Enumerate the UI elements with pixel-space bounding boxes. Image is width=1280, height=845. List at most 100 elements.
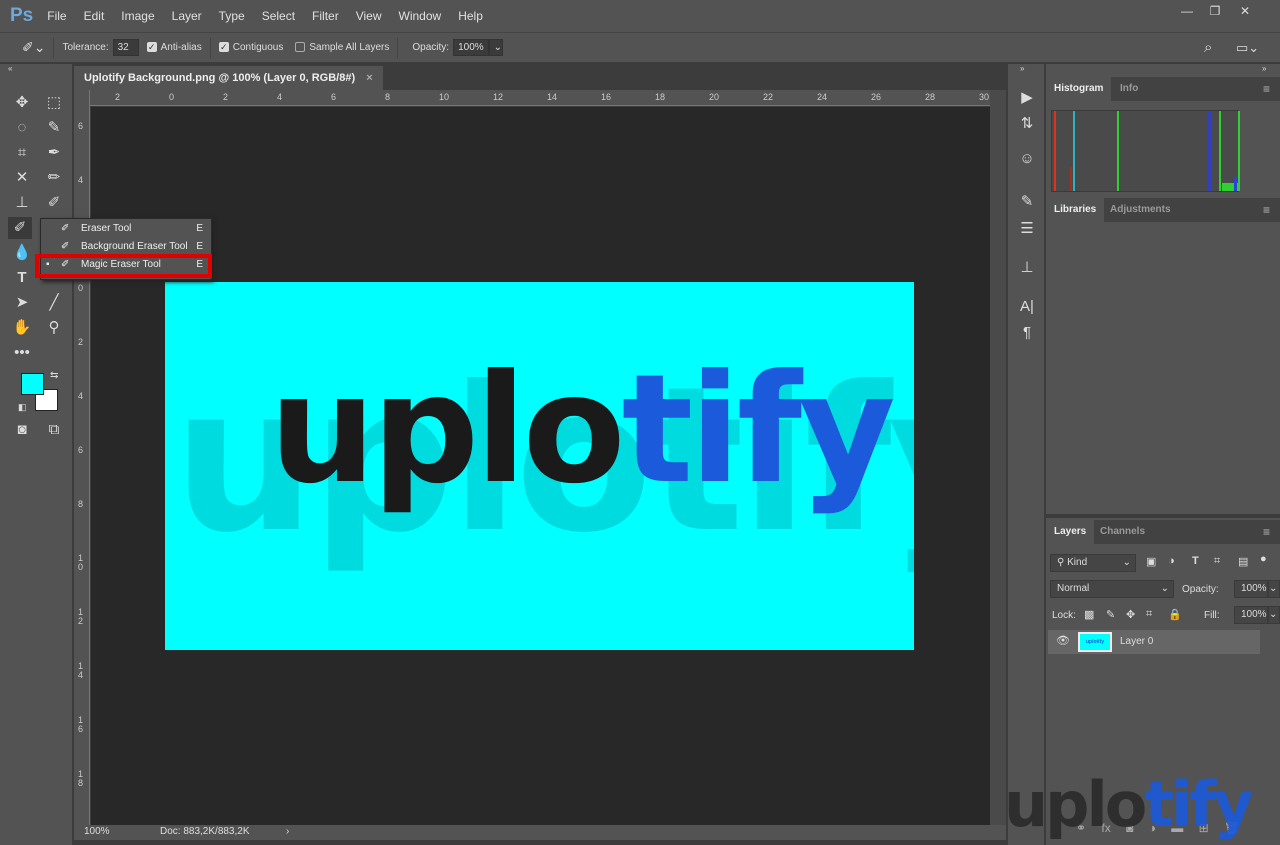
menu-view[interactable]: View (356, 9, 382, 23)
magic-eraser-tool-icon[interactable]: ✐ (8, 217, 32, 239)
opacity-input[interactable]: 100% (453, 39, 489, 56)
panel-menu-icon[interactable]: ≡ (1263, 203, 1270, 217)
lock-position-icon[interactable]: ✥ (1126, 608, 1135, 621)
vertical-scrollbar[interactable] (990, 90, 1006, 825)
tab-histogram[interactable]: Histogram (1046, 77, 1112, 101)
brush-presets-icon[interactable]: ☺ (1016, 150, 1038, 172)
ruler-label: 4 (78, 391, 84, 401)
ruler-label: 2 (223, 92, 229, 102)
panel-menu-icon[interactable]: ≡ (1263, 525, 1270, 539)
document-tab[interactable]: Uplotify Background.png @ 100% (Layer 0,… (74, 66, 383, 90)
restore-icon[interactable]: ❐ (1202, 4, 1228, 20)
ruler-label: 26 (871, 92, 882, 102)
libraries-tabs: Libraries Adjustments ≡ (1046, 198, 1280, 222)
line-tool-icon[interactable]: ╱ (42, 292, 66, 314)
filter-type-icon[interactable]: T (1192, 555, 1199, 567)
collapse-icon[interactable]: » (1020, 64, 1024, 73)
workspace-icon[interactable]: ▭⌄ (1236, 40, 1259, 56)
quick-select-tool-icon[interactable]: ✎ (42, 117, 66, 139)
menu-edit[interactable]: Edit (84, 9, 105, 23)
menu-image[interactable]: Image (121, 9, 154, 23)
close-icon[interactable]: ✕ (1232, 4, 1258, 20)
lasso-tool-icon[interactable]: ◌ (10, 117, 34, 139)
layer-filter-kind[interactable]: ⚲ Kind ⌄ (1050, 554, 1136, 572)
quick-mask-icon[interactable]: ◙ (10, 419, 34, 441)
layer-name[interactable]: Layer 0 (1120, 636, 1153, 647)
layer-opacity-dropdown[interactable]: ⌄ (1268, 580, 1280, 598)
brushes-icon[interactable]: ✎ (1016, 192, 1038, 214)
filter-toggle[interactable]: ● (1260, 553, 1267, 565)
filter-smart-object-icon[interactable]: ▤ (1238, 555, 1248, 568)
screen-mode-icon[interactable]: ⧉ (42, 419, 66, 441)
lock-pixels-icon[interactable]: ✎ (1106, 608, 1115, 621)
tab-adjustments[interactable]: Adjustments (1102, 198, 1179, 222)
menu-filter[interactable]: Filter (312, 9, 339, 23)
menu-file[interactable]: File (47, 9, 66, 23)
default-colors-icon[interactable]: ◧ (18, 402, 27, 413)
fill-input[interactable]: 100% (1234, 606, 1268, 624)
crop-tool-icon[interactable]: ⌗ (10, 142, 34, 164)
foreground-color-swatch[interactable] (21, 373, 44, 395)
filter-pixel-icon[interactable]: ▣ (1146, 555, 1156, 568)
swap-colors-icon[interactable]: ⇆ (50, 370, 58, 381)
anti-alias-checkbox[interactable]: ✓ Anti-alias (146, 42, 202, 53)
blur-tool-icon[interactable]: 💧 (10, 242, 34, 264)
magic-eraser-preset-icon[interactable]: ✐⌄ (22, 39, 45, 56)
flyout-eraser-tool[interactable]: ✐ Eraser Tool E (41, 220, 211, 238)
layers-tabs: Layers Channels ≡ (1046, 520, 1280, 544)
ruler-label: 6 (78, 121, 84, 131)
opacity-dropdown[interactable]: ⌄ (488, 39, 503, 56)
collapse-icon[interactable]: « (8, 64, 12, 73)
layer-opacity-input[interactable]: 100% (1234, 580, 1268, 598)
menu-help[interactable]: Help (458, 9, 483, 23)
path-select-tool-icon[interactable]: ➤ (10, 292, 34, 314)
lock-all-icon[interactable]: 🔒 (1168, 608, 1182, 621)
menu-window[interactable]: Window (399, 9, 442, 23)
history-icon[interactable]: ⇅ (1016, 114, 1038, 136)
properties-icon[interactable]: ☰ (1016, 219, 1038, 241)
visibility-eye-icon[interactable]: 👁 (1056, 634, 1070, 647)
stamp-tool-icon[interactable]: ⊥ (10, 192, 34, 214)
tab-info[interactable]: Info (1112, 77, 1146, 101)
tab-libraries[interactable]: Libraries (1046, 198, 1105, 222)
healing-tool-icon[interactable]: ✕ (10, 167, 34, 189)
blend-mode-dropdown[interactable]: Normal ⌄ (1050, 580, 1174, 598)
opacity-label: Opacity: (412, 42, 450, 53)
status-menu-arrow-icon[interactable]: › (286, 826, 289, 837)
character-icon[interactable]: A| (1016, 298, 1038, 320)
type-tool-icon[interactable]: T (10, 267, 34, 289)
hand-tool-icon[interactable]: ✋ (10, 317, 34, 339)
brush-tool-icon[interactable]: ✏ (42, 167, 66, 189)
filter-adjustment-icon[interactable]: ◑ (1168, 555, 1175, 567)
collapse-icon[interactable]: » (1262, 64, 1266, 73)
zoom-tool-icon[interactable]: ⚲ (42, 317, 66, 339)
history-brush-tool-icon[interactable]: ✐ (42, 192, 66, 214)
tab-channels[interactable]: Channels (1092, 520, 1153, 544)
clone-source-icon[interactable]: ⊥ (1016, 258, 1038, 280)
play-icon[interactable]: ▶ (1016, 88, 1038, 110)
panel-menu-icon[interactable]: ≡ (1263, 82, 1270, 96)
filter-shape-icon[interactable]: ⌗ (1214, 555, 1220, 568)
lock-transparent-icon[interactable]: ▩ (1084, 608, 1094, 621)
marquee-tool-icon[interactable]: ⬚ (42, 92, 66, 114)
search-icon[interactable]: ⌕ (1204, 39, 1212, 56)
contiguous-checkbox[interactable]: ✓ Contiguous (218, 42, 283, 53)
more-tools-icon[interactable]: ••• (10, 342, 34, 364)
menu-select[interactable]: Select (262, 9, 295, 23)
paragraph-icon[interactable]: ¶ (1016, 324, 1038, 346)
layer-row[interactable]: 👁 uplotify Layer 0 (1048, 630, 1260, 654)
tolerance-input[interactable]: 32 (112, 39, 139, 56)
lock-artboard-icon[interactable]: ⌗ (1146, 608, 1152, 621)
tab-layers[interactable]: Layers (1046, 520, 1095, 544)
move-tool-icon[interactable]: ✥ (10, 92, 34, 114)
menu-layer[interactable]: Layer (172, 9, 202, 23)
document-image[interactable]: uplotify uplotify (165, 282, 914, 650)
sample-all-layers-checkbox[interactable]: Sample All Layers (295, 42, 389, 53)
fill-dropdown[interactable]: ⌄ (1268, 606, 1280, 624)
minimize-icon[interactable]: — (1174, 4, 1200, 20)
close-tab-icon[interactable]: × (366, 72, 372, 84)
ruler-label: 30 (979, 92, 990, 102)
eyedropper-tool-icon[interactable]: ✒ (42, 142, 66, 164)
menu-type[interactable]: Type (219, 9, 245, 23)
zoom-level[interactable]: 100% (84, 826, 110, 837)
